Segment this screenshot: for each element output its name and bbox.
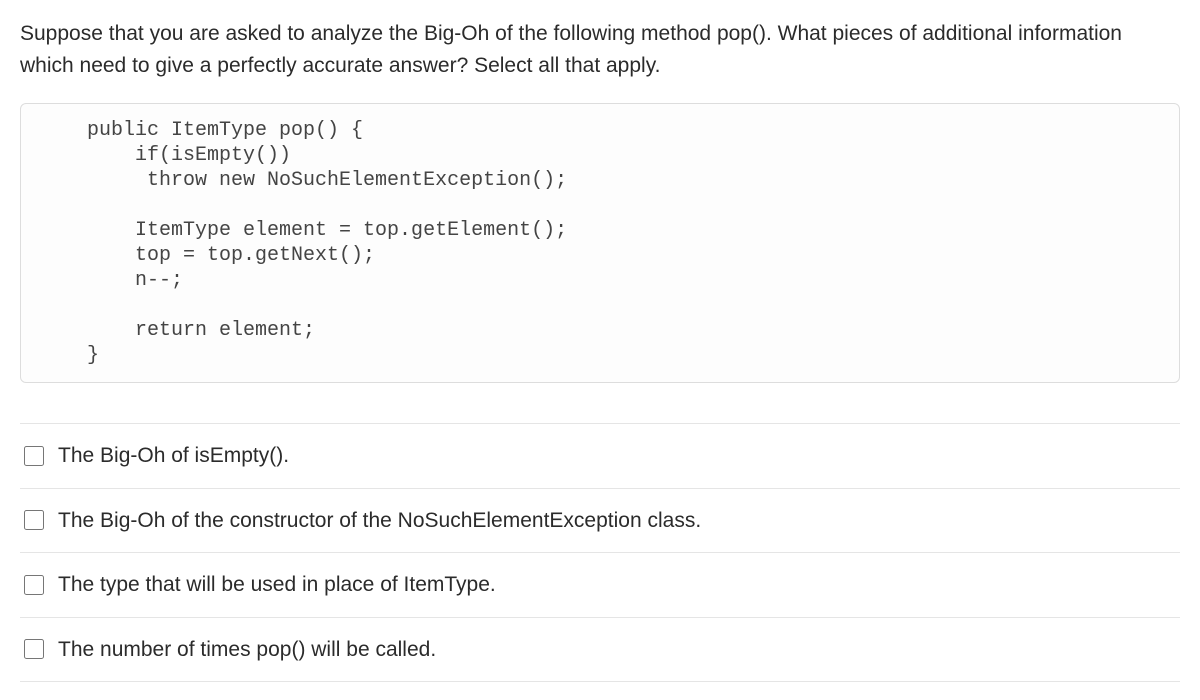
option-2-checkbox[interactable]: [24, 575, 44, 595]
option-3-checkbox[interactable]: [24, 639, 44, 659]
option-3-label: The number of times pop() will be called…: [58, 634, 1176, 666]
option-1-label: The Big-Oh of the constructor of the NoS…: [58, 505, 1176, 537]
option-2-label: The type that will be used in place of I…: [58, 569, 1176, 601]
option-3[interactable]: The number of times pop() will be called…: [20, 618, 1180, 683]
option-0-label: The Big-Oh of isEmpty().: [58, 440, 1176, 472]
option-0[interactable]: The Big-Oh of isEmpty().: [20, 424, 1180, 489]
question-prompt: Suppose that you are asked to analyze th…: [20, 18, 1180, 81]
option-1[interactable]: The Big-Oh of the constructor of the NoS…: [20, 489, 1180, 554]
code-snippet: public ItemType pop() { if(isEmpty()) th…: [20, 103, 1180, 383]
option-2[interactable]: The type that will be used in place of I…: [20, 553, 1180, 618]
option-1-checkbox[interactable]: [24, 510, 44, 530]
option-0-checkbox[interactable]: [24, 446, 44, 466]
options-list: The Big-Oh of isEmpty(). The Big-Oh of t…: [20, 423, 1180, 682]
